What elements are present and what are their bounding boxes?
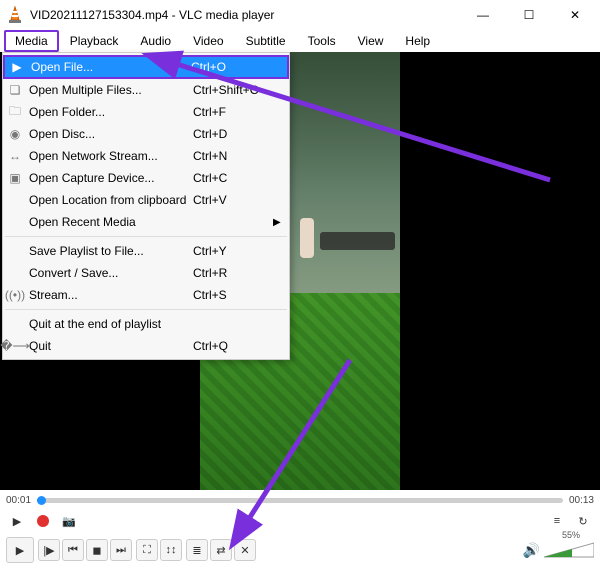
- menu-item-quit-at-the-end-of-playlist[interactable]: Quit at the end of playlist: [3, 313, 289, 335]
- menu-item-shortcut: Ctrl+S: [193, 288, 273, 302]
- volume-icon[interactable]: 🔊: [523, 542, 540, 559]
- stop-button[interactable]: ◼: [86, 539, 108, 561]
- record-button[interactable]: [32, 510, 54, 532]
- menu-item-label: Open File...: [29, 60, 191, 74]
- volume-percent: 55%: [562, 530, 580, 540]
- mini-play-button[interactable]: ▶: [6, 510, 28, 532]
- toolbar-main: ▶ |▶ ⏮ ◼ ⏭ ⛶ ↕↕ ≣ ⇄ ✕ 🔊 55%: [0, 536, 600, 564]
- menu-item-icon: ((•)): [3, 288, 27, 302]
- playlist-button[interactable]: ≣: [186, 539, 208, 561]
- menu-item-icon: ❏: [3, 83, 27, 97]
- next-button[interactable]: ⏭: [110, 539, 132, 561]
- menu-item-shortcut: Ctrl+Q: [193, 339, 273, 353]
- menu-media[interactable]: Media: [4, 30, 59, 52]
- menu-item-save-playlist-to-file[interactable]: Save Playlist to File...Ctrl+Y: [3, 240, 289, 262]
- menu-item-icon: �⟶: [3, 339, 27, 353]
- menu-item-shortcut: Ctrl+F: [193, 105, 273, 119]
- window-title: VID20211127153304.mp4 - VLC media player: [30, 8, 460, 22]
- menu-audio[interactable]: Audio: [129, 30, 182, 52]
- minimize-button[interactable]: —: [460, 0, 506, 30]
- snapshot-button[interactable]: 📷: [58, 510, 80, 532]
- menu-item-convert-save[interactable]: Convert / Save...Ctrl+R: [3, 262, 289, 284]
- menu-item-label: Open Multiple Files...: [27, 83, 193, 97]
- toolbar-secondary: ▶ 📷 ≡ ↻: [0, 508, 600, 534]
- menu-item-shortcut: Ctrl+D: [193, 127, 273, 141]
- media-menu-dropdown: ▶Open File...Ctrl+O❏Open Multiple Files.…: [2, 52, 290, 360]
- shuffle-button[interactable]: ✕: [234, 539, 256, 561]
- time-elapsed: 00:01: [6, 495, 31, 506]
- menu-playback[interactable]: Playback: [59, 30, 130, 52]
- menu-item-label: Open Location from clipboard: [27, 193, 193, 207]
- menu-item-icon: ◉: [3, 127, 27, 141]
- menu-separator: [5, 236, 287, 237]
- menu-item-icon: ↔: [3, 149, 27, 163]
- menu-item-shortcut: Ctrl+R: [193, 266, 273, 280]
- play-button[interactable]: ▶: [6, 537, 34, 563]
- menu-item-open-capture-device[interactable]: ▣Open Capture Device...Ctrl+C: [3, 167, 289, 189]
- menu-item-open-location-from-clipboard[interactable]: Open Location from clipboardCtrl+V: [3, 189, 289, 211]
- video-content: [320, 232, 395, 250]
- menu-item-open-recent-media[interactable]: Open Recent Media ▶: [3, 211, 289, 233]
- menu-item-shortcut: Ctrl+V: [193, 193, 273, 207]
- menu-item-icon: ▣: [3, 171, 27, 185]
- volume-control[interactable]: 🔊 55%: [523, 541, 594, 559]
- fullscreen-button[interactable]: ⛶: [136, 539, 158, 561]
- menu-subtitle[interactable]: Subtitle: [235, 30, 297, 52]
- repeat-button[interactable]: ⇄: [210, 539, 232, 561]
- seek-bar-row: 00:01 00:13: [0, 494, 600, 506]
- menu-item-label: Convert / Save...: [27, 266, 193, 280]
- menu-item-label: Stream...: [27, 288, 193, 302]
- menu-view[interactable]: View: [347, 30, 395, 52]
- menu-tools[interactable]: Tools: [297, 30, 347, 52]
- menu-item-label: Open Network Stream...: [27, 149, 193, 163]
- menu-item-label: Open Capture Device...: [27, 171, 193, 185]
- menu-item-shortcut: Ctrl+N: [193, 149, 273, 163]
- submenu-arrow-icon: ▶: [273, 217, 289, 228]
- time-total: 00:13: [569, 495, 594, 506]
- menu-item-shortcut: Ctrl+Shift+O: [193, 83, 273, 97]
- menu-item-icon: 🗀: [3, 102, 27, 123]
- menu-video[interactable]: Video: [182, 30, 234, 52]
- menu-item-shortcut: Ctrl+O: [191, 60, 271, 74]
- playlist-toggle-button[interactable]: ≡: [546, 510, 568, 532]
- menu-item-label: Quit at the end of playlist: [27, 317, 193, 331]
- volume-slider[interactable]: 55%: [544, 541, 594, 559]
- menu-item-label: Open Recent Media: [27, 215, 193, 229]
- menu-item-label: Quit: [27, 339, 193, 353]
- menu-item-open-file[interactable]: ▶Open File...Ctrl+O: [3, 55, 289, 79]
- menu-item-shortcut: Ctrl+Y: [193, 244, 273, 258]
- video-content: [300, 218, 314, 258]
- menu-item-label: Open Disc...: [27, 127, 193, 141]
- menu-item-shortcut: Ctrl+C: [193, 171, 273, 185]
- menu-item-icon: ▶: [5, 60, 29, 74]
- menu-item-open-disc[interactable]: ◉Open Disc...Ctrl+D: [3, 123, 289, 145]
- title-bar: VID20211127153304.mp4 - VLC media player…: [0, 0, 600, 30]
- menu-item-open-multiple-files[interactable]: ❏Open Multiple Files...Ctrl+Shift+O: [3, 79, 289, 101]
- record-icon: [37, 515, 49, 527]
- seek-handle[interactable]: [37, 498, 42, 503]
- menu-item-label: Save Playlist to File...: [27, 244, 193, 258]
- close-button[interactable]: ✕: [552, 0, 598, 30]
- menu-item-quit[interactable]: �⟶QuitCtrl+Q: [3, 335, 289, 357]
- extended-settings-button[interactable]: ↕↕: [160, 539, 182, 561]
- vlc-logo-icon: [6, 6, 24, 24]
- menu-item-label: Open Folder...: [27, 105, 193, 119]
- menu-item-open-network-stream[interactable]: ↔Open Network Stream...Ctrl+N: [3, 145, 289, 167]
- menu-separator: [5, 309, 287, 310]
- menu-bar: MediaPlaybackAudioVideoSubtitleToolsView…: [0, 30, 600, 52]
- seek-track[interactable]: [37, 498, 563, 503]
- previous-button[interactable]: ⏮: [62, 539, 84, 561]
- loop-mini-button[interactable]: ↻: [572, 510, 594, 532]
- frame-step-button[interactable]: |▶: [38, 539, 60, 561]
- maximize-button[interactable]: ☐: [506, 0, 552, 30]
- menu-help[interactable]: Help: [394, 30, 441, 52]
- menu-item-stream[interactable]: ((•))Stream...Ctrl+S: [3, 284, 289, 306]
- menu-item-open-folder[interactable]: 🗀Open Folder...Ctrl+F: [3, 101, 289, 123]
